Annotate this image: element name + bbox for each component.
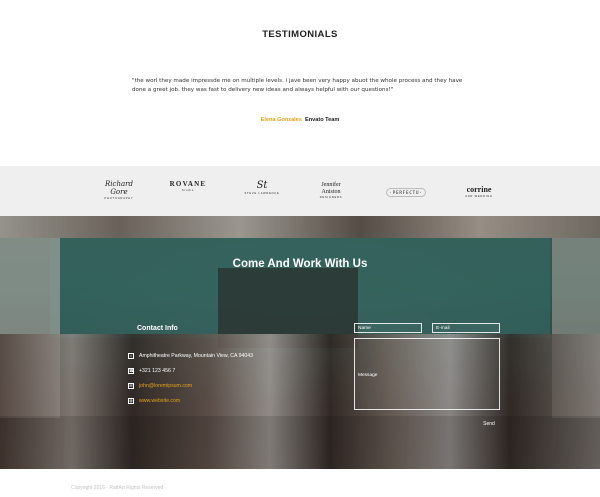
logo-corrine: corrine AND WEDDING xyxy=(460,185,498,198)
contact-phone-text: +321 123 456 7 xyxy=(139,368,176,374)
logo-rovane-sub: Studio xyxy=(181,189,195,192)
contact-website: ◍ www.website.com xyxy=(128,398,180,404)
message-field[interactable]: Message xyxy=(354,338,500,410)
contact-hero-section: Come And Work With Us Contact Info ⌂ Amp… xyxy=(0,216,600,469)
contact-website-link[interactable]: www.website.com xyxy=(139,398,180,404)
copyright-text: Copyright 2016 - RattArt Rights Reserved xyxy=(71,485,164,491)
client-logos-band: Richard Gore PHOTOGRAPHY ROVANE Studio S… xyxy=(0,166,600,216)
contact-email-link[interactable]: john@loremipsum.com xyxy=(139,383,192,389)
logo-jennifer-aniston: Jennifer Aniston DESIGNERS xyxy=(314,182,348,199)
testimonials-section: TESTIMONIALS "the worl they made impress… xyxy=(0,0,600,166)
logo-jennifer-aniston-sub: DESIGNERS xyxy=(319,196,343,199)
author-team: Envato Team xyxy=(304,117,340,123)
logo-richard-gore-sub: PHOTOGRAPHY xyxy=(104,197,134,200)
testimonials-title: TESTIMONIALS xyxy=(262,29,338,40)
testimonial-quote: "the worl they made impressde me on mult… xyxy=(132,78,463,93)
contact-email: ✉ john@loremipsum.com xyxy=(128,383,192,389)
author-name: Elena Gonzales xyxy=(260,117,302,123)
location-icon: ⌂ xyxy=(128,353,134,359)
logo-jennifer-aniston-name: Jennifer Aniston xyxy=(321,182,341,195)
contact-info-title: Contact Info xyxy=(137,325,178,332)
background-lower-band xyxy=(0,416,600,469)
phone-icon: ☎ xyxy=(128,368,134,374)
logo-richard-gore: Richard Gore PHOTOGRAPHY xyxy=(98,180,140,200)
logo-perfectu-name: ·PERFECTU· xyxy=(386,188,426,197)
logo-corrine-name: corrine xyxy=(466,185,492,194)
mail-icon: ✉ xyxy=(128,383,134,389)
name-field[interactable]: Name xyxy=(354,323,422,333)
logo-rovane: ROVANE Studio xyxy=(166,180,210,192)
hero-title: Come And Work With Us xyxy=(232,258,368,270)
email-field[interactable]: E-mail xyxy=(432,323,500,333)
send-button[interactable]: Send xyxy=(475,419,503,428)
contact-address-text: Amphitheatre Parkway, Mountain View, CA … xyxy=(139,353,253,359)
globe-icon: ◍ xyxy=(128,398,134,404)
logo-rovane-name: ROVANE xyxy=(169,180,207,188)
logo-corrine-sub: AND WEDDING xyxy=(465,195,493,198)
testimonial-author: Elena Gonzales Envato Team xyxy=(0,117,600,123)
logo-richard-gore-name: Richard Gore xyxy=(105,180,133,196)
logo-steve-lawrence-mark: St xyxy=(256,180,268,191)
footer: Copyright 2016 - RattArt Rights Reserved xyxy=(0,469,600,497)
contact-phone: ☎ +321 123 456 7 xyxy=(128,368,175,374)
contact-address: ⌂ Amphitheatre Parkway, Mountain View, C… xyxy=(128,353,253,359)
logo-perfectu: ·PERFECTU· xyxy=(386,188,426,197)
logo-steve-lawrence-sub: STEVE LAWRENCE xyxy=(244,192,280,195)
logo-steve-lawrence: St STEVE LAWRENCE xyxy=(241,180,283,195)
